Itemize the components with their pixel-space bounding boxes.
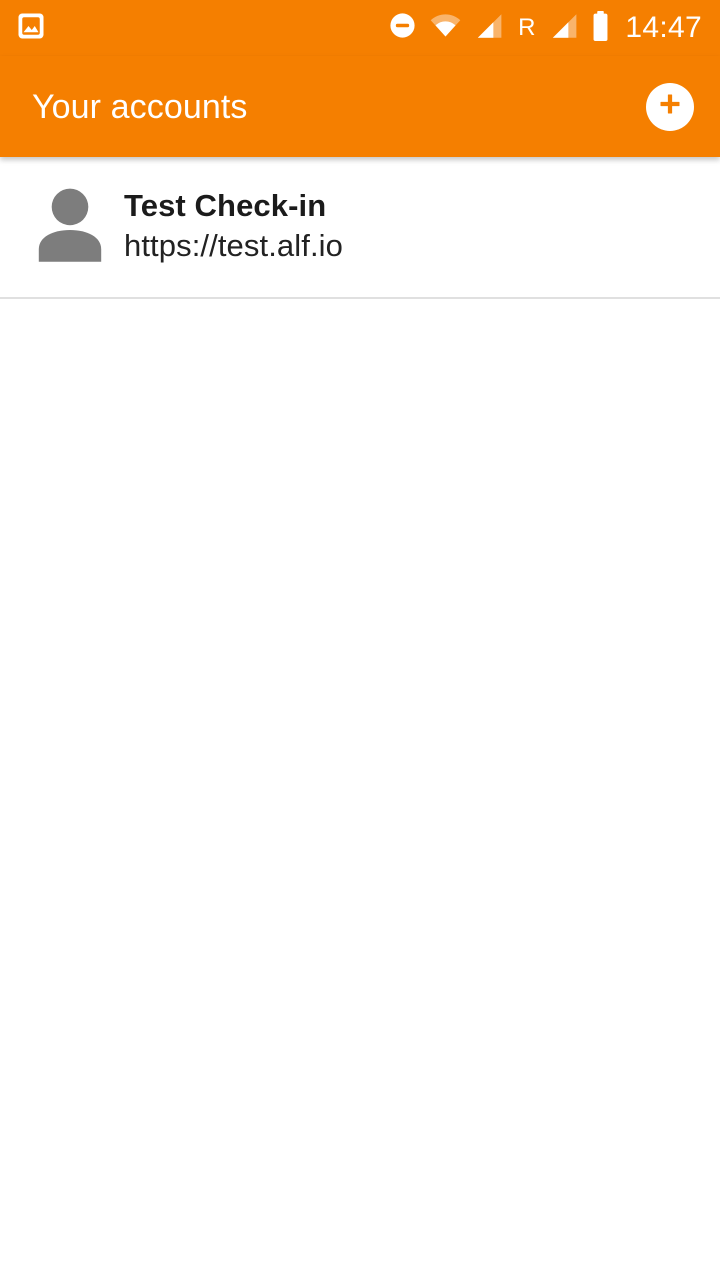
app-toolbar: Your accounts xyxy=(0,56,720,157)
account-url: https://test.alf.io xyxy=(124,227,344,263)
plus-icon xyxy=(655,89,685,124)
person-icon xyxy=(37,185,103,268)
wifi-icon xyxy=(430,13,461,43)
status-bar-left-icons xyxy=(16,11,46,46)
page-title: Your accounts xyxy=(32,87,248,126)
account-details: Test Check-in https://test.alf.io xyxy=(124,187,344,263)
screenshot-image-icon xyxy=(16,11,46,46)
do-not-disturb-icon xyxy=(388,11,417,45)
accounts-list: Test Check-in https://test.alf.io xyxy=(0,157,720,1280)
add-account-button[interactable] xyxy=(646,82,694,131)
status-bar: R 14:47 xyxy=(0,0,720,56)
avatar xyxy=(34,183,106,269)
roaming-indicator: R xyxy=(518,14,536,41)
cellular-signal-1-icon xyxy=(474,13,504,44)
cellular-signal-2-icon xyxy=(549,13,579,44)
list-item[interactable]: Test Check-in https://test.alf.io xyxy=(0,157,720,297)
list-divider xyxy=(0,297,720,299)
account-name: Test Check-in xyxy=(124,187,327,223)
battery-icon xyxy=(592,10,609,46)
app-root: R 14:47 Your accounts Test Check-in http… xyxy=(0,0,720,1280)
status-bar-clock: 14:47 xyxy=(625,11,702,44)
status-bar-right-icons: R 14:47 xyxy=(388,10,702,46)
